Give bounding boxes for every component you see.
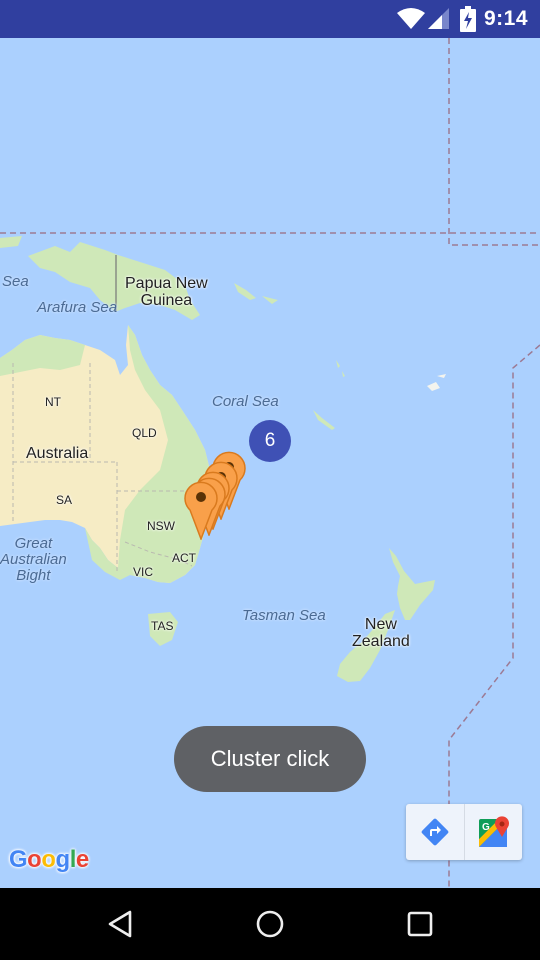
battery-charging-icon	[460, 6, 476, 32]
google-logo-letter: g	[55, 846, 71, 873]
label-great-australian-bight: Great Australian Bight	[0, 535, 67, 584]
label-new-zealand: New Zealand	[352, 616, 410, 650]
label-act: ACT	[172, 551, 196, 565]
cluster-marker[interactable]: 6	[249, 420, 291, 462]
directions-button[interactable]	[406, 804, 464, 860]
navigation-bar	[0, 888, 540, 960]
label-arafura-sea: Arafura Sea	[37, 299, 118, 316]
toast-message: Cluster click	[174, 726, 366, 792]
map-pin-icon[interactable]	[184, 480, 218, 540]
google-maps-icon: G	[478, 816, 509, 847]
back-icon[interactable]	[102, 906, 138, 942]
recents-icon[interactable]	[402, 906, 438, 942]
open-google-maps-button[interactable]: G	[464, 804, 522, 860]
google-logo: Google	[9, 846, 89, 874]
label-tasman-sea: Tasman Sea	[242, 607, 326, 624]
label-sa: SA	[56, 493, 73, 507]
label-australia: Australia	[26, 445, 89, 462]
label-papua-new-guinea: Papua New Guinea	[125, 275, 208, 309]
status-bar: 9:14	[0, 0, 540, 38]
label-nt: NT	[45, 395, 61, 409]
google-logo-letter: G	[9, 846, 28, 873]
label-sea-partial: Sea	[2, 273, 29, 290]
directions-icon	[421, 818, 449, 846]
google-logo-letter: o	[27, 846, 42, 873]
label-qld: QLD	[132, 426, 157, 440]
home-icon[interactable]	[252, 906, 288, 942]
google-logo-letter: o	[41, 846, 56, 873]
cell-signal-icon	[428, 8, 449, 29]
wifi-icon	[397, 8, 425, 29]
svg-text:G: G	[482, 822, 490, 833]
nz-north-island	[389, 548, 435, 620]
map-view[interactable]: Sea Arafura Sea Papua New Guinea Coral S…	[0, 38, 540, 888]
label-coral-sea: Coral Sea	[212, 393, 279, 410]
map-toolbar: G	[406, 804, 522, 860]
label-tas: TAS	[151, 619, 174, 633]
label-vic: VIC	[133, 565, 154, 579]
google-logo-letter: e	[75, 846, 89, 873]
status-time: 9:14	[483, 7, 528, 30]
label-nsw: NSW	[147, 519, 175, 533]
